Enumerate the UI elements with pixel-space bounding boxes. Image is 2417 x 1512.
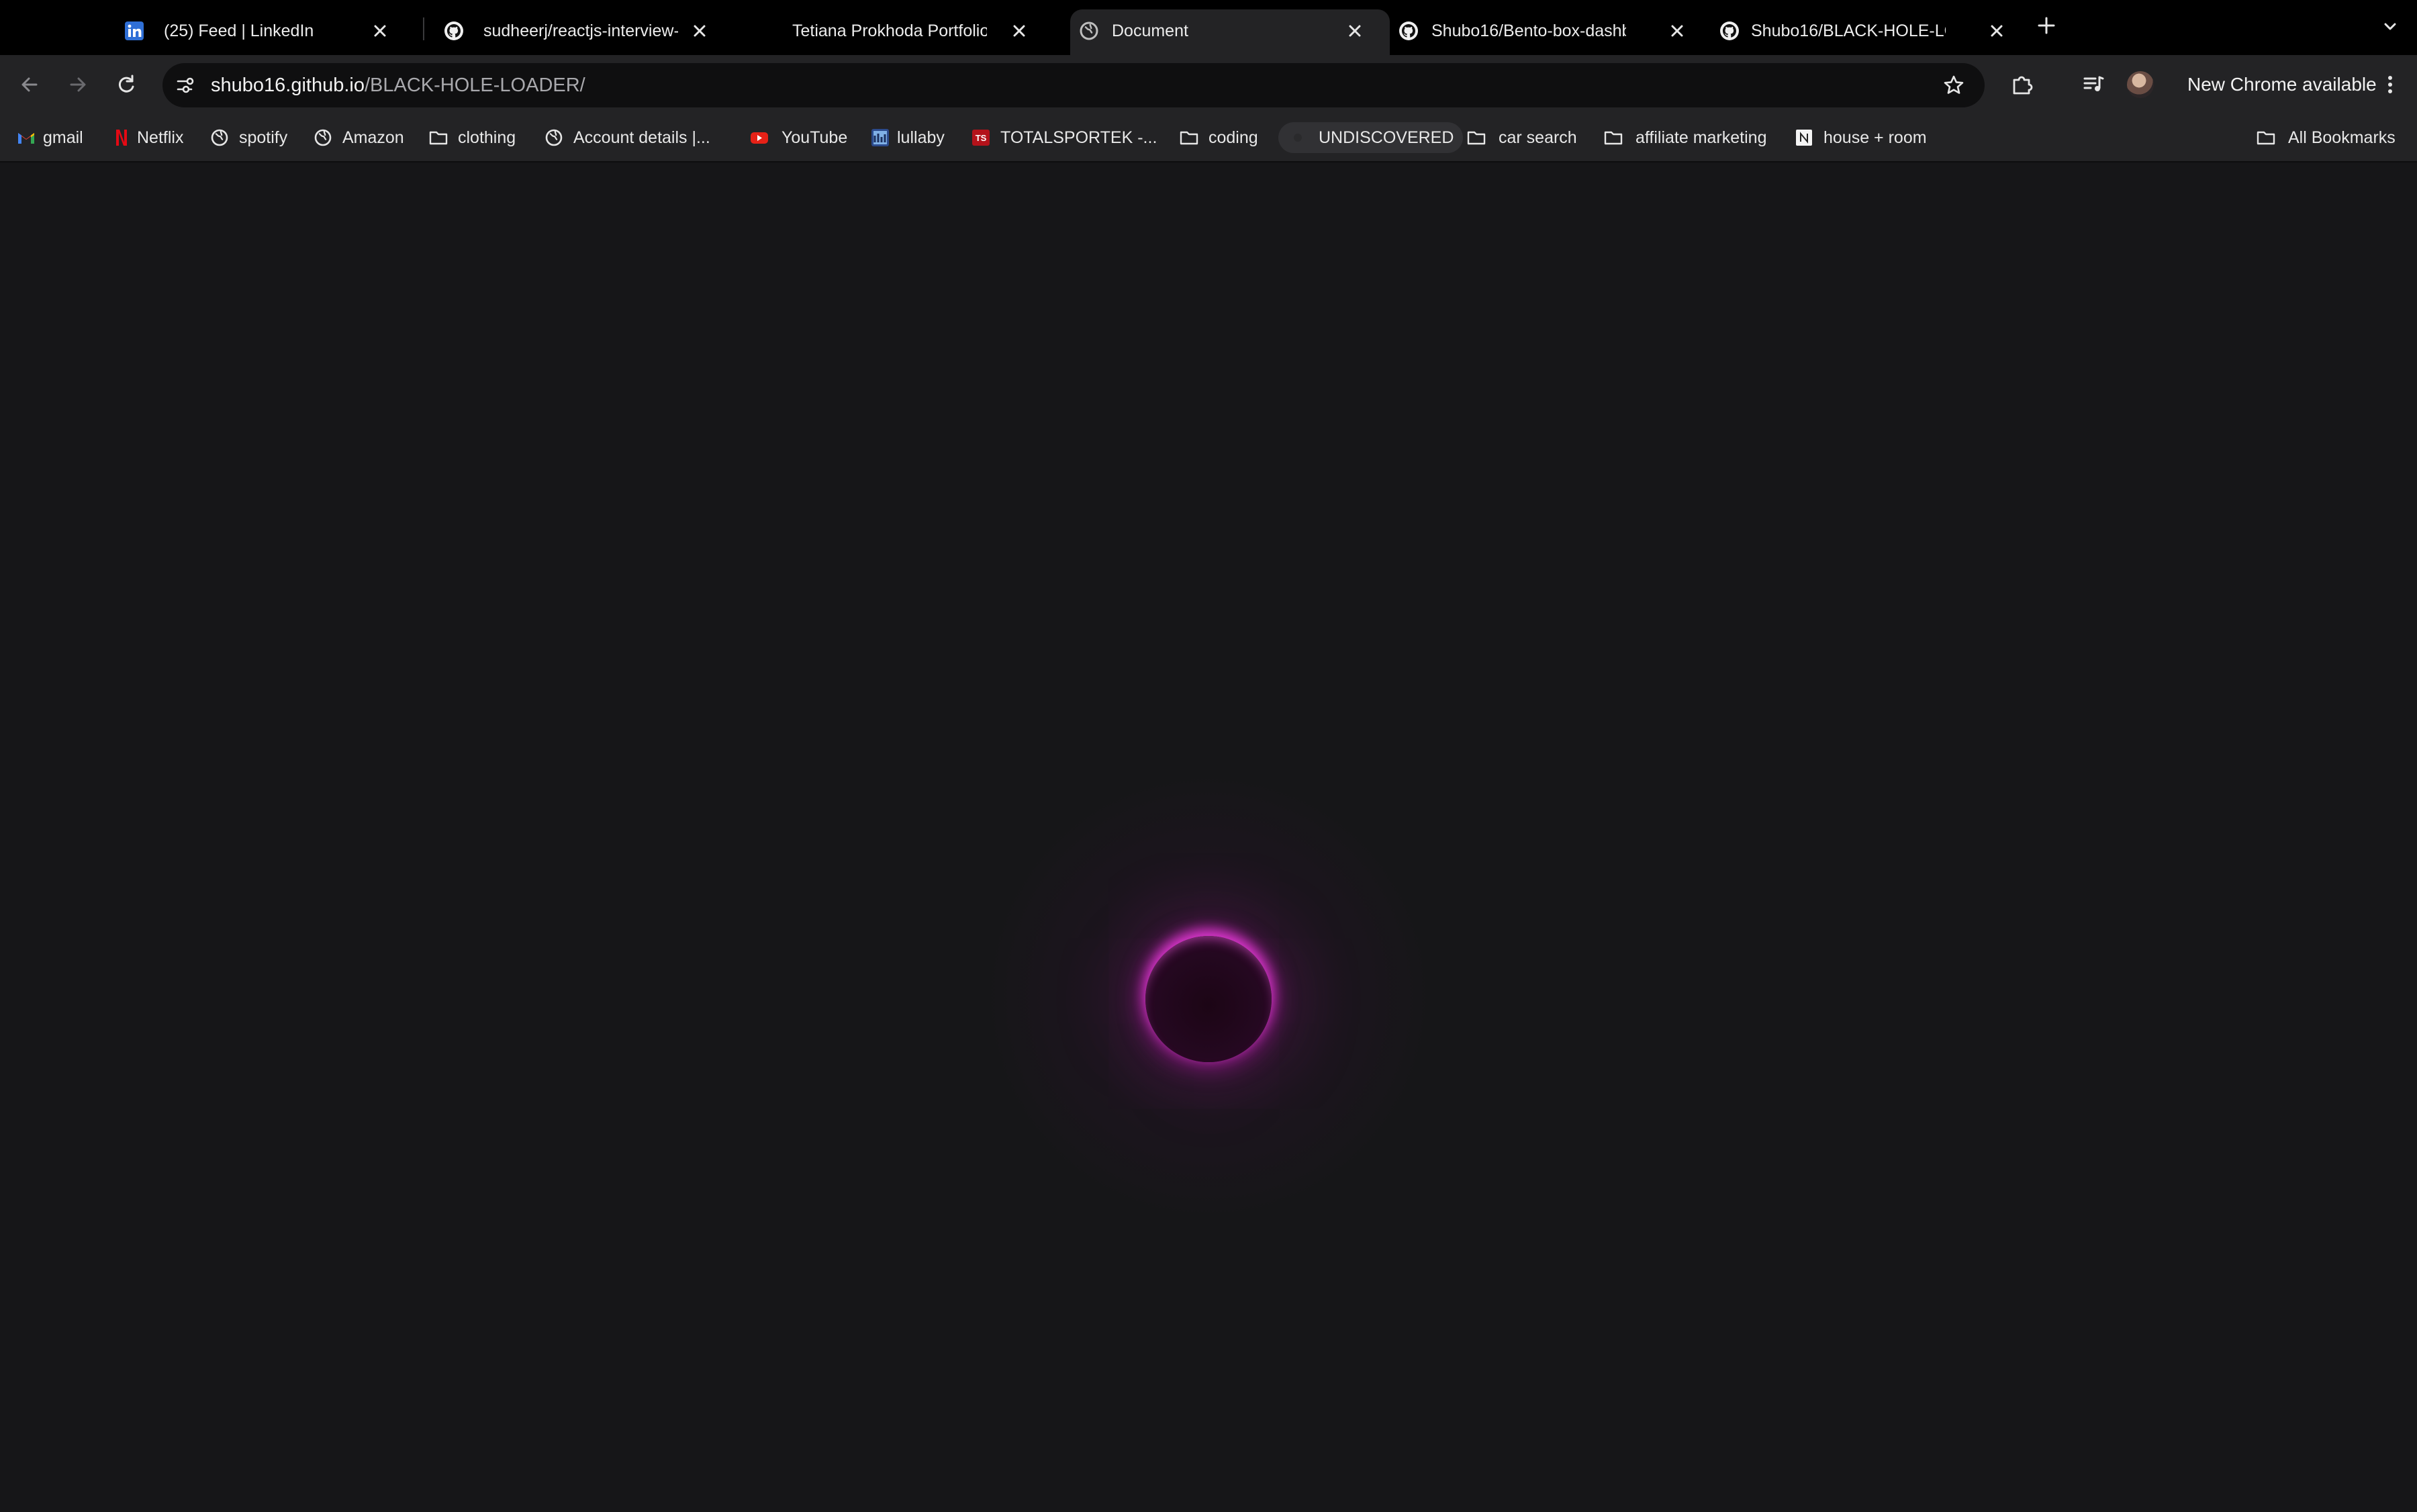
bookmark-totalsportek[interactable]: TS TOTALSPORTEK -... <box>971 122 1157 153</box>
close-icon[interactable] <box>1985 19 2009 43</box>
address-bar[interactable]: shubo16.github.io/BLACK-HOLE-LOADER/ <box>162 63 1985 107</box>
netflix-icon <box>116 130 127 146</box>
dot-icon <box>1294 134 1302 142</box>
chrome-update-label: New Chrome available <box>2187 74 2377 95</box>
tab-title: Document <box>1112 21 1188 40</box>
folder-icon <box>1604 131 1623 145</box>
globe-icon <box>211 129 228 146</box>
bookmark-label: TOTALSPORTEK -... <box>1000 128 1157 147</box>
url-text[interactable]: shubo16.github.io/BLACK-HOLE-LOADER/ <box>211 72 585 99</box>
back-icon[interactable] <box>15 70 44 99</box>
forward-icon[interactable] <box>63 70 93 99</box>
all-bookmarks-label: All Bookmarks <box>2288 128 2396 147</box>
github-icon <box>1720 21 1739 40</box>
bookmark-label: Amazon <box>342 128 404 147</box>
bookmark-label: Netflix <box>137 128 184 147</box>
bookmark-label: car search <box>1499 128 1577 147</box>
tab-reactjs-interview[interactable]: sudheerj/reactjs-interview-qu <box>415 9 734 55</box>
bookmark-netflix[interactable]: Netflix <box>110 122 183 153</box>
bookmark-label: UNDISCOVERED <box>1319 128 1454 147</box>
globe-icon <box>1080 21 1098 40</box>
bookmark-undiscovered[interactable]: UNDISCOVERED <box>1278 122 1464 153</box>
bookmark-spotify[interactable]: spotify <box>209 122 287 153</box>
close-icon[interactable] <box>1007 19 1031 43</box>
bookmark-youtube[interactable]: YouTube <box>749 122 847 153</box>
tab-tetiana-portfolio[interactable]: Tetiana Prokhoda Portfolio - A <box>734 9 1054 55</box>
close-icon[interactable] <box>1343 19 1367 43</box>
bookmark-house-room[interactable]: house + room <box>1794 122 1927 153</box>
bookmark-folder-coding[interactable]: coding <box>1179 122 1258 153</box>
bookmark-folder-affiliate-marketing[interactable]: affiliate marketing <box>1603 122 1766 153</box>
gmail-icon <box>18 133 34 144</box>
notion-icon <box>1796 130 1812 146</box>
more-vert-icon[interactable] <box>2378 73 2402 97</box>
bookmark-folder-clothing[interactable]: clothing <box>428 122 516 153</box>
bookmark-star-icon[interactable] <box>1942 73 1966 97</box>
close-icon[interactable] <box>1665 19 1689 43</box>
all-bookmarks-button[interactable]: All Bookmarks <box>2256 122 2396 153</box>
bookmark-label: lullaby <box>897 128 945 147</box>
new-tab-icon[interactable] <box>2034 13 2058 38</box>
tab-title: Shubo16/BLACK-HOLE-LOAD <box>1751 21 1946 40</box>
tab-title: sudheerj/reactjs-interview-qu <box>483 21 678 40</box>
tab-title: Tetiana Prokhoda Portfolio - A <box>792 21 987 40</box>
bookmark-label: gmail <box>43 128 83 147</box>
page-viewport <box>0 164 2417 1512</box>
black-hole-loader <box>1145 936 1272 1062</box>
tab-document[interactable]: Document <box>1070 9 1390 55</box>
bookmark-label: affiliate marketing <box>1636 128 1767 147</box>
media-controls-icon[interactable] <box>2079 70 2108 99</box>
linkedin-icon <box>125 21 144 40</box>
bookmark-label: YouTube <box>781 128 848 147</box>
site-settings-icon[interactable] <box>172 73 197 98</box>
folder-icon <box>2257 131 2275 145</box>
bookmark-label: spotify <box>239 128 288 147</box>
lullaby-icon <box>871 129 889 146</box>
youtube-icon <box>751 132 768 144</box>
close-icon[interactable] <box>368 19 392 43</box>
bookmark-label: Account details |... <box>573 128 710 147</box>
globe-icon <box>545 129 563 146</box>
profile-avatar[interactable] <box>2127 71 2154 98</box>
extensions-icon[interactable] <box>2007 70 2037 99</box>
github-icon <box>444 21 463 40</box>
bookmark-label: clothing <box>458 128 516 147</box>
github-icon <box>1399 21 1418 40</box>
tab-black-hole-loader-repo[interactable]: Shubo16/BLACK-HOLE-LOAD <box>1691 9 2010 55</box>
bookmark-account-details[interactable]: Account details |... <box>544 122 710 153</box>
tab-bento-box-dashboard[interactable]: Shubo16/Bento-box-dashboa <box>1371 9 1691 55</box>
tab-title: Shubo16/Bento-box-dashboa <box>1431 21 1626 40</box>
tab-linkedin[interactable]: (25) Feed | LinkedIn <box>95 9 415 55</box>
bookmarks-bar: gmail Netflix spotify Amazon clothing Ac… <box>0 114 2417 162</box>
browser-toolbar: shubo16.github.io/BLACK-HOLE-LOADER/ New… <box>0 55 2417 114</box>
reload-icon[interactable] <box>111 70 141 99</box>
url-path: /BLACK-HOLE-LOADER/ <box>364 75 585 96</box>
url-host: shubo16.github.io <box>211 75 365 96</box>
bookmark-lullaby[interactable]: lullaby <box>870 122 945 153</box>
svg-text:TS: TS <box>976 133 987 143</box>
bookmark-folder-car-search[interactable]: car search <box>1466 122 1577 153</box>
ts-icon: TS <box>972 130 990 146</box>
chevron-down-icon[interactable] <box>2379 16 2401 38</box>
bookmark-gmail[interactable]: gmail <box>16 122 83 153</box>
folder-icon <box>1180 131 1198 145</box>
bookmark-label: house + room <box>1823 128 1927 147</box>
chrome-update-button[interactable]: New Chrome available <box>2173 66 2408 103</box>
tab-strip: (25) Feed | LinkedIn sudheerj/reactjs-in… <box>0 0 2417 55</box>
bookmark-amazon[interactable]: Amazon <box>313 122 404 153</box>
close-icon[interactable] <box>688 19 712 43</box>
globe-icon <box>314 129 332 146</box>
bookmark-label: coding <box>1208 128 1258 147</box>
folder-icon <box>429 131 448 145</box>
folder-icon <box>1467 131 1486 145</box>
tab-title: (25) Feed | LinkedIn <box>164 21 314 40</box>
